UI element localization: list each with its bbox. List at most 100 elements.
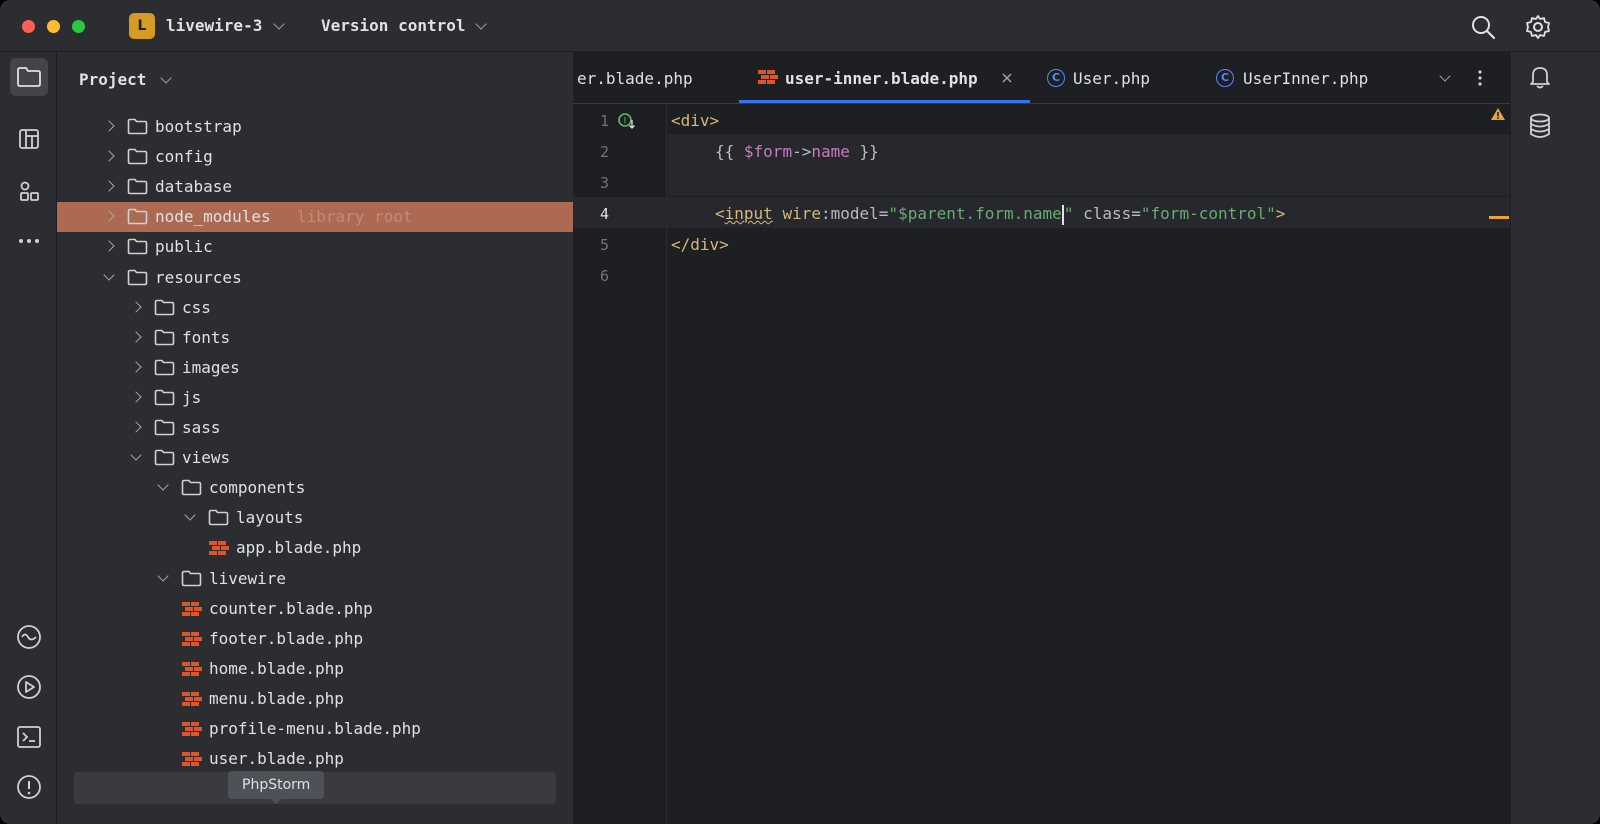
tree-folder-row[interactable]: bootstrap	[57, 112, 586, 142]
chevron-down-icon[interactable]	[103, 268, 115, 281]
tab-user-php[interactable]: C User.php	[1043, 52, 1193, 104]
chevron-right-icon[interactable]	[103, 210, 115, 222]
zoom-window-button[interactable]	[72, 20, 85, 33]
tree-item-label: components	[209, 478, 306, 498]
warning-stripe-marker[interactable]	[1489, 216, 1509, 219]
notifications-bell-icon[interactable]	[1527, 64, 1553, 90]
problems-tool-button[interactable]	[10, 768, 48, 806]
tree-file-row[interactable]: app.blade.php	[57, 533, 586, 563]
code-token: =	[1131, 204, 1141, 223]
tab-user-inner-blade[interactable]: user-inner.blade.php	[739, 52, 1030, 104]
project-panel-title[interactable]: Project	[79, 70, 146, 89]
tooltip: PhpStorm	[228, 771, 325, 799]
run-icon	[17, 625, 41, 649]
close-window-button[interactable]	[22, 20, 35, 33]
blade-file-icon	[758, 70, 778, 84]
debug-tool-button[interactable]	[10, 668, 48, 706]
chevron-down-icon[interactable]	[157, 479, 169, 491]
folder-icon	[127, 178, 148, 195]
folder-icon	[127, 118, 148, 135]
chevron-right-icon[interactable]	[130, 300, 142, 313]
line-number: 1	[599, 112, 609, 130]
chevron-right-icon[interactable]	[103, 120, 115, 132]
tab-userinner-php[interactable]: C UserInner.php	[1213, 52, 1413, 104]
folder-icon	[181, 570, 202, 586]
tree-item-label: app.blade.php	[236, 538, 362, 558]
folder-icon	[154, 389, 175, 406]
database-icon[interactable]	[1527, 112, 1553, 140]
folder-icon	[127, 148, 148, 165]
line-number: 4	[599, 205, 609, 223]
chevron-down-icon[interactable]	[157, 569, 169, 582]
chevron-down-icon[interactable]	[130, 449, 142, 461]
tree-folder-row[interactable]: sass	[57, 413, 586, 443]
tree-file-row[interactable]: footer.blade.php	[57, 624, 586, 654]
tree-file-row[interactable]: user.blade.php	[57, 744, 586, 774]
services-tool-button[interactable]	[10, 618, 48, 656]
tree-folder-row[interactable]: database	[57, 172, 586, 202]
folder-icon	[17, 67, 41, 87]
tree-folder-row[interactable]: images	[57, 353, 586, 383]
tree-folder-row[interactable]: livewire	[57, 564, 586, 594]
chevron-down-icon[interactable]	[273, 18, 285, 30]
chevron-right-icon[interactable]	[103, 240, 115, 253]
chevron-down-icon[interactable]	[475, 18, 487, 30]
tree-folder-row[interactable]: components	[57, 473, 586, 503]
chevron-right-icon[interactable]	[103, 150, 115, 162]
chevron-right-icon[interactable]	[130, 331, 142, 343]
close-tab-icon[interactable]	[1001, 72, 1013, 84]
terminal-tool-button[interactable]	[10, 718, 48, 756]
chevron-right-icon[interactable]	[130, 421, 142, 433]
tree-folder-row[interactable]: config	[57, 142, 586, 172]
implemented-gutter-icon[interactable]: I	[617, 112, 637, 130]
more-tools-button[interactable]	[10, 222, 48, 260]
tree-file-row[interactable]: home.blade.php	[57, 654, 586, 684]
tab-er-blade[interactable]: er.blade.php	[573, 52, 733, 104]
tree-folder-row[interactable]: views	[57, 443, 586, 473]
line-number: 2	[599, 143, 609, 161]
chevron-right-icon[interactable]	[130, 391, 142, 403]
tree-item-label: node_modules	[155, 207, 271, 227]
ide-window: L livewire-3 Version control Project boo…	[0, 0, 1600, 824]
code-token: </div>	[671, 235, 729, 254]
tree-folder-row[interactable]: js	[57, 383, 586, 413]
vcs-menu[interactable]: Version control	[321, 16, 466, 35]
code-line-1[interactable]: <div>	[671, 105, 719, 136]
php-class-icon: C	[1047, 69, 1065, 87]
search-icon[interactable]	[1468, 12, 1498, 42]
chevron-right-icon[interactable]	[103, 180, 115, 192]
tree-folder-row[interactable]: public	[57, 232, 586, 262]
project-panel: Project bootstrap config database node_modu…	[57, 52, 586, 824]
project-switcher[interactable]: livewire-3	[166, 16, 262, 35]
blade-file-icon	[182, 722, 202, 736]
tree-file-row[interactable]: counter.blade.php	[57, 594, 586, 624]
settings-gear-icon[interactable]	[1523, 12, 1553, 42]
tree-file-row[interactable]: menu.blade.php	[57, 684, 586, 714]
chevron-down-icon[interactable]	[160, 72, 172, 84]
tab-list-chevron-icon[interactable]	[1439, 70, 1451, 82]
chevron-down-icon[interactable]	[184, 509, 196, 521]
folder-icon	[154, 449, 175, 466]
tree-file-row[interactable]: profile-menu.blade.php	[57, 714, 586, 744]
warning-icon[interactable]	[1490, 107, 1506, 121]
minimize-window-button[interactable]	[47, 20, 60, 33]
tree-folder-row[interactable]: layouts	[57, 503, 586, 533]
code-line-2[interactable]: {{ $form->name }}	[715, 136, 879, 167]
tree-item-label: profile-menu.blade.php	[209, 719, 421, 738]
code-token: }}	[849, 142, 879, 161]
tree-folder-row[interactable]: node_modules library root	[57, 202, 586, 233]
tree-folder-row[interactable]: fonts	[57, 323, 586, 353]
code-token: <div>	[671, 111, 720, 130]
structure-tool-button[interactable]	[10, 120, 48, 158]
tree-item-label: database	[155, 177, 233, 197]
more-vertical-icon[interactable]	[1478, 69, 1482, 87]
project-tool-button[interactable]	[10, 58, 48, 96]
project-badge[interactable]: L	[129, 13, 155, 39]
code-line-4[interactable]: <input wire:model="$parent.form.name " cl…	[715, 198, 1285, 229]
tree-folder-row[interactable]: css	[57, 293, 586, 323]
chevron-right-icon[interactable]	[130, 361, 142, 373]
folder-icon	[154, 299, 175, 315]
code-line-5[interactable]: </div>	[671, 229, 729, 260]
plugins-tool-button[interactable]	[10, 172, 48, 210]
tree-folder-row[interactable]: resources	[57, 263, 586, 293]
